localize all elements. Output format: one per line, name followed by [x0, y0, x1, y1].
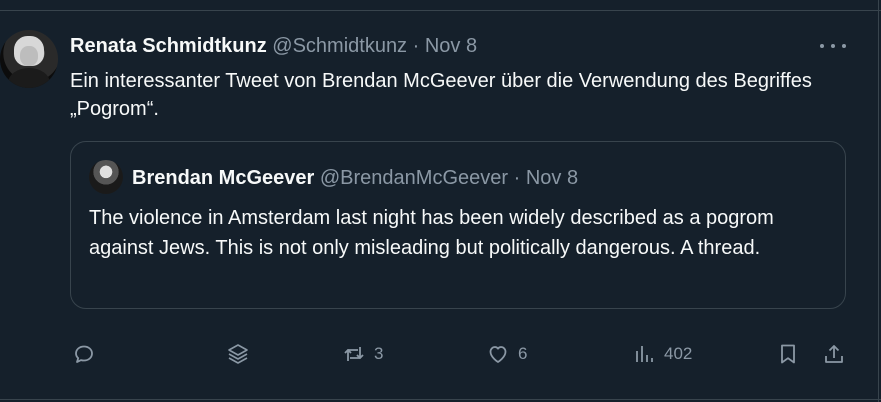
author-name[interactable]: Renata Schmidtkunz [70, 35, 267, 57]
share-button[interactable] [822, 340, 846, 368]
meta-separator: · [412, 35, 420, 57]
retweet-count: 3 [374, 344, 384, 363]
quoted-meta-separator: · [513, 167, 521, 189]
bookmark-icon [781, 344, 795, 364]
reply-icon [75, 345, 93, 363]
quoted-tweet-card[interactable]: Brendan McGeever @BrendanMcGeever · Nov … [70, 141, 846, 309]
reply-button[interactable] [72, 340, 96, 368]
more-options-icon[interactable] [820, 36, 846, 56]
quoted-tweet-date[interactable]: Nov 8 [526, 167, 578, 189]
views-button[interactable]: 402 [632, 340, 692, 368]
author-handle[interactable]: @Schmidtkunz [272, 35, 407, 57]
more-dot [820, 44, 824, 48]
views-count: 402 [664, 344, 693, 363]
avatar-face [20, 46, 38, 66]
more-dot [831, 44, 835, 48]
tweet-date[interactable]: Nov 8 [425, 35, 477, 57]
heart-icon [489, 346, 507, 363]
action-bar: 3 6 402 [0, 340, 881, 368]
quoted-avatar[interactable] [89, 160, 123, 194]
bottom-divider [0, 399, 881, 400]
retweet-button[interactable]: 3 [342, 340, 383, 368]
quoted-tweet-text: The violence in Amsterdam last night has… [89, 207, 774, 259]
layers-icon [228, 344, 248, 364]
views-icon [636, 346, 653, 362]
like-button[interactable]: 6 [486, 340, 527, 368]
grok-button[interactable] [226, 340, 250, 368]
more-dot [842, 44, 846, 48]
retweet-icon [344, 347, 364, 361]
quoted-author-handle[interactable]: @BrendanMcGeever [320, 167, 508, 189]
tweet-text: Ein interessanter Tweet von Brendan McGe… [70, 70, 812, 120]
top-divider [0, 10, 881, 11]
avatar[interactable] [0, 30, 58, 88]
share-icon [825, 345, 843, 363]
tweet-header: Renata Schmidtkunz @Schmidtkunz · Nov 8 [70, 33, 477, 59]
bookmark-button[interactable] [776, 340, 800, 368]
avatar-body [8, 68, 50, 88]
quoted-author-name[interactable]: Brendan McGeever [132, 167, 314, 189]
quoted-tweet-header: Brendan McGeever @BrendanMcGeever · Nov … [132, 164, 578, 192]
like-count: 6 [518, 344, 528, 363]
